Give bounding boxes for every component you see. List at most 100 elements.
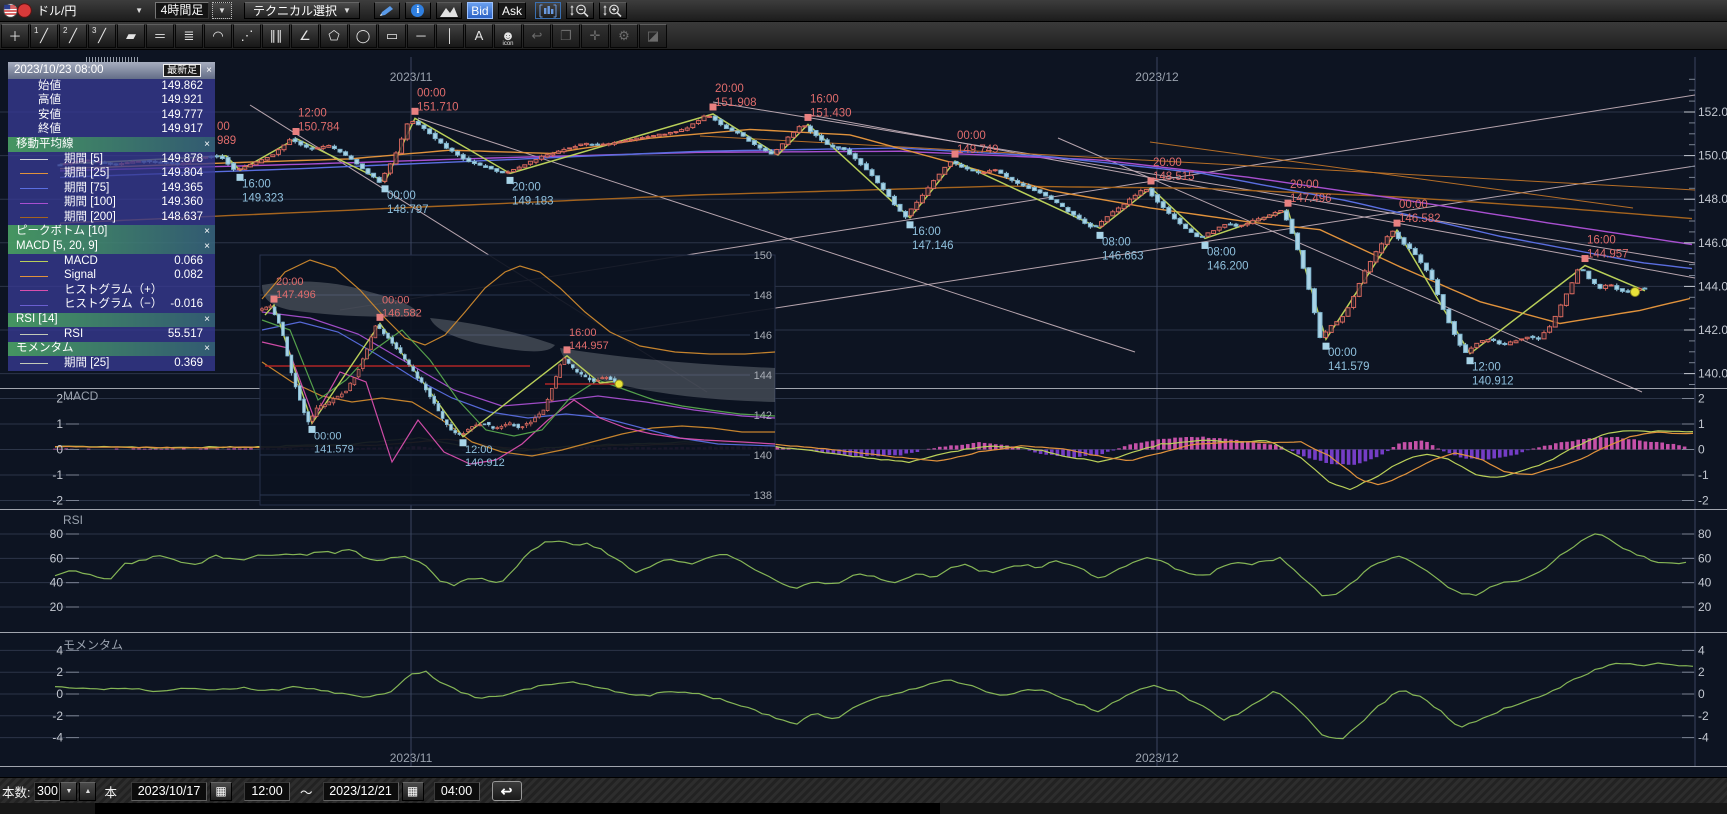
undo-tool: ↩ [523, 24, 551, 48]
bar-unit-label: 本 [104, 782, 117, 801]
symbol-label: ドル/円 [37, 2, 76, 19]
svg-text:148: 148 [754, 290, 772, 302]
candle-display-button[interactable] [535, 2, 561, 19]
svg-text:20:00: 20:00 [276, 276, 304, 288]
svg-text:0: 0 [56, 443, 63, 457]
zoom-out-button[interactable] [566, 2, 594, 19]
svg-text:989: 989 [217, 135, 236, 147]
candlestick-icon [538, 4, 558, 18]
pentagon-tool[interactable]: ⬠ [320, 24, 348, 48]
symbol-selector[interactable]: ドル/円 ▼ [0, 0, 149, 21]
icon-stamp-tool[interactable]: ☻icon [494, 24, 522, 48]
chart-canvas[interactable]: 152.0150.0148.0146.0144.0142.0140.022110… [0, 0, 1727, 814]
date-from-input[interactable]: 2023/10/17 [131, 782, 207, 801]
count-increment-button[interactable]: ▲ [79, 782, 96, 801]
time-to-input[interactable]: 04:00 [434, 782, 480, 801]
line-color-swatch [20, 159, 48, 160]
parallel-lines-tool[interactable]: ＝ [146, 24, 174, 48]
svg-text:2: 2 [56, 665, 63, 679]
svg-text:2: 2 [1698, 665, 1705, 679]
crosshair-tool[interactable]: ＋ [1, 24, 29, 48]
latest-bar-button[interactable]: 最新足 [163, 64, 201, 77]
svg-text:12:00: 12:00 [1472, 362, 1501, 374]
svg-text:141.579: 141.579 [314, 443, 354, 455]
indicator-info-panel: 2023/10/23 08:00 最新足 × 始値149.862高値149.92… [8, 62, 215, 371]
chart-type-button[interactable] [436, 2, 462, 19]
hline-tool[interactable]: ─ [407, 24, 435, 48]
text-tool[interactable]: A [465, 24, 493, 48]
indicator-value-row: ヒストグラム（+） [8, 283, 215, 298]
trendline-2-tool[interactable]: 2╱ [59, 24, 87, 48]
svg-text:16:00: 16:00 [569, 327, 597, 339]
svg-text:16:00: 16:00 [810, 93, 839, 105]
zoom-in-button[interactable] [599, 2, 627, 19]
angle-line-tool[interactable]: ∠ [291, 24, 319, 48]
month-label: 2023/12 [1135, 751, 1179, 765]
svg-text:20:00: 20:00 [1290, 179, 1319, 191]
pencil-icon [378, 4, 396, 18]
svg-text:-4: -4 [1698, 731, 1709, 745]
svg-text:147.496: 147.496 [276, 289, 316, 301]
calendar-icon: ▦ [215, 784, 226, 798]
line-color-swatch [20, 363, 48, 364]
close-icon[interactable]: × [204, 227, 215, 237]
indicator-value-row: 期間 [25]149.804 [8, 167, 215, 182]
svg-text:00:00: 00:00 [382, 294, 410, 306]
close-icon[interactable]: × [204, 344, 215, 354]
indicator-value-row: 終値149.917 [8, 123, 215, 138]
rectangle-tool[interactable]: ▭ [378, 24, 406, 48]
ruler-tool[interactable]: ▰ [117, 24, 145, 48]
app-window: 152.0150.0148.0146.0144.0142.0140.022110… [0, 0, 1727, 814]
svg-text:146: 146 [754, 330, 772, 342]
close-icon[interactable]: × [204, 242, 215, 252]
panel-separators [0, 389, 1727, 767]
info-panel-header[interactable]: 2023/10/23 08:00 最新足 × [8, 62, 215, 79]
info-button[interactable]: i [405, 2, 431, 19]
drawing-toolbar: ＋1╱2╱3╱▰＝≣◠⋰∥∥∠⬠◯▭─│A☻icon↩❐✛⚙◪ [0, 22, 1727, 50]
date-from-calendar-button[interactable]: ▦ [210, 782, 232, 801]
svg-text:20: 20 [50, 600, 64, 614]
indicator-section-header: モメンタム× [8, 342, 215, 357]
svg-text:16:00: 16:00 [242, 178, 271, 190]
calendar-icon: ▦ [407, 784, 418, 798]
inset-last-price-dot [615, 380, 623, 388]
technical-select-label: テクニカル選択 [253, 2, 337, 19]
count-decrement-button[interactable]: ▼ [60, 782, 77, 801]
date-to-input[interactable]: 2023/12/21 [323, 782, 399, 801]
close-icon[interactable]: × [206, 66, 212, 76]
svg-text:-2: -2 [1698, 494, 1709, 508]
bar-count-input[interactable]: 300 [34, 782, 60, 801]
svg-text:144: 144 [754, 370, 772, 382]
fibonacci-fan-tool[interactable]: ⋰ [233, 24, 261, 48]
close-icon[interactable]: × [204, 315, 215, 325]
indicator-value-row: 期間 [25]0.369 [8, 356, 215, 371]
timeframe-dropdown-button[interactable]: ▼ [212, 2, 232, 19]
draw-pencil-button[interactable] [374, 2, 400, 19]
vline-tool[interactable]: │ [436, 24, 464, 48]
range-separator: ～ [300, 782, 313, 801]
trendline-1-tool[interactable]: 1╱ [30, 24, 58, 48]
ellipse-tool[interactable]: ◯ [349, 24, 377, 48]
indicator-value-row: 高値149.921 [8, 94, 215, 109]
date-to-calendar-button[interactable]: ▦ [402, 782, 424, 801]
reload-button[interactable]: ↩ [492, 781, 522, 801]
svg-text:147.146: 147.146 [912, 240, 954, 252]
month-label: 2023/12 [1135, 70, 1179, 84]
ask-button[interactable]: Ask [498, 2, 526, 19]
vertical-lines-tool[interactable]: ∥∥ [262, 24, 290, 48]
indicator-value-row: MACD0.066 [8, 254, 215, 269]
multi-hline-tool[interactable]: ≣ [175, 24, 203, 48]
svg-text:00:00: 00:00 [1399, 199, 1428, 211]
svg-text:16:00: 16:00 [1587, 235, 1616, 247]
close-icon[interactable]: × [204, 140, 215, 150]
technical-select-button[interactable]: テクニカル選択 ▼ [244, 2, 360, 19]
bid-button[interactable]: Bid [467, 2, 493, 19]
timeframe-display[interactable]: 4時間足 [155, 2, 209, 19]
trendline-3-tool[interactable]: 3╱ [88, 24, 116, 48]
fibonacci-arc-tool[interactable]: ◠ [204, 24, 232, 48]
svg-text:2: 2 [1698, 392, 1705, 406]
line-color-swatch [20, 173, 48, 174]
time-from-input[interactable]: 12:00 [244, 782, 290, 801]
zoom-out-icon [569, 3, 591, 18]
svg-text:4: 4 [1698, 643, 1705, 657]
